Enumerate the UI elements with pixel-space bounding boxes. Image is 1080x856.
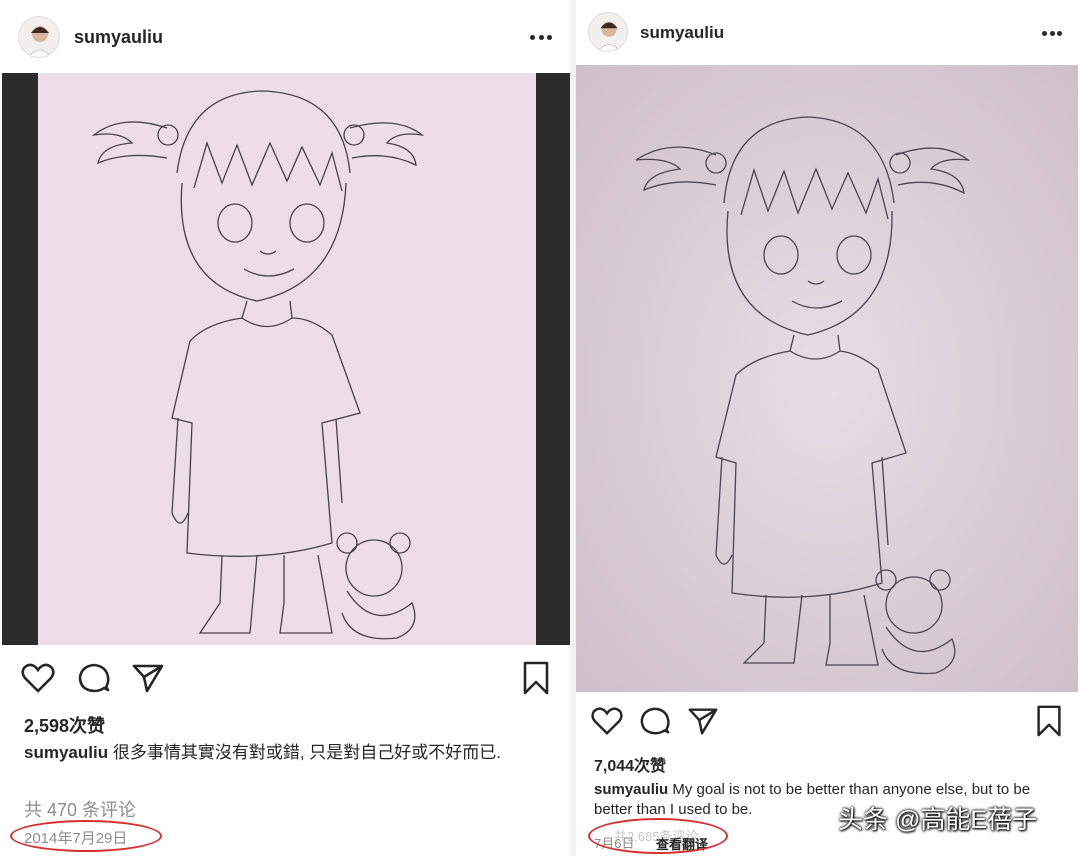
- bookmark-icon[interactable]: [1032, 704, 1066, 738]
- post-left: sumyauliu 2,598次赞 sumyauliu 很多事情其實沒有對或錯,…: [0, 0, 570, 856]
- more-icon[interactable]: [1042, 23, 1062, 43]
- post-photo[interactable]: [2, 73, 570, 645]
- post-right: sumyauliu 7,044次赞 sumyauliu My goal is n…: [576, 0, 1080, 856]
- comment-icon[interactable]: [76, 660, 112, 696]
- avatar[interactable]: [588, 12, 628, 52]
- post-photo[interactable]: [576, 65, 1078, 692]
- more-icon[interactable]: [530, 27, 552, 47]
- view-comments-link[interactable]: 共 470 条评论: [24, 796, 136, 822]
- action-bar: [0, 660, 570, 700]
- caption-username[interactable]: sumyauliu: [594, 781, 668, 798]
- caption-text: 很多事情其實沒有對或錯, 只是對自己好或不好而已.: [112, 743, 501, 762]
- caption: sumyauliu 很多事情其實沒有對或錯, 只是對自己好或不好而已.: [24, 741, 554, 764]
- like-count[interactable]: 2,598次赞: [24, 712, 105, 738]
- share-icon[interactable]: [686, 704, 720, 738]
- comment-icon[interactable]: [638, 704, 672, 738]
- caption-username[interactable]: sumyauliu: [24, 743, 108, 762]
- post-header: sumyauliu: [576, 0, 1080, 72]
- post-header: sumyauliu: [0, 0, 570, 72]
- share-icon[interactable]: [130, 660, 166, 696]
- highlight-ring: [10, 820, 162, 852]
- username[interactable]: sumyauliu: [74, 27, 163, 48]
- avatar[interactable]: [18, 16, 60, 58]
- bookmark-icon[interactable]: [518, 660, 554, 696]
- watermark: 头条 @高能E蓓子: [838, 806, 1037, 834]
- heart-icon[interactable]: [20, 660, 56, 696]
- like-count[interactable]: 7,044次赞: [594, 752, 666, 776]
- highlight-ring: [588, 818, 728, 854]
- action-bar: [576, 704, 1080, 744]
- heart-icon[interactable]: [590, 704, 624, 738]
- username[interactable]: sumyauliu: [640, 23, 724, 43]
